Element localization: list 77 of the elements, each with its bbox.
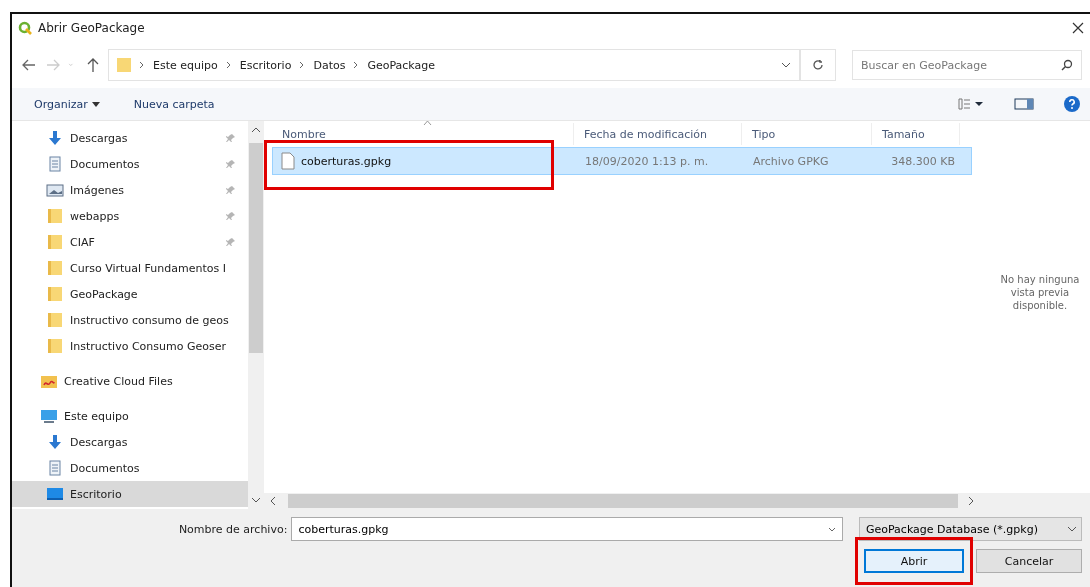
sidebar-item[interactable]: Instructivo consumo de geos: [12, 307, 248, 333]
chevron-icon: [353, 61, 360, 69]
document-icon: [46, 460, 64, 476]
file-icon: [281, 152, 295, 170]
file-row[interactable]: coberturas.gpkg 18/09/2020 1:13 p. m. Archivo GPKG 348.300 KB: [272, 147, 972, 175]
sidebar-item[interactable]: GeoPackage: [12, 281, 248, 307]
refresh-button[interactable]: [800, 49, 836, 81]
breadcrumb[interactable]: GeoPackage: [367, 58, 436, 72]
column-header[interactable]: Tamaño: [872, 123, 960, 145]
folder-icon: [46, 312, 64, 328]
scroll-up-icon[interactable]: [251, 125, 261, 135]
sidebar-item[interactable]: Descargas: [12, 125, 248, 151]
sidebar-item[interactable]: Creative Cloud Files: [12, 368, 248, 394]
column-header[interactable]: Fecha de modificación: [574, 123, 742, 145]
column-header[interactable]: Tipo: [742, 123, 872, 145]
file-name-field[interactable]: coberturas.gpkg: [291, 517, 843, 541]
document-icon: [46, 156, 64, 172]
address-bar[interactable]: Este equipo Escritorio Datos GeoPackage: [108, 49, 800, 81]
cancel-button[interactable]: Cancelar: [976, 549, 1082, 573]
chevron-icon: [299, 61, 306, 69]
scroll-down-icon[interactable]: [251, 495, 261, 505]
computer-icon: [40, 408, 58, 424]
view-options-icon[interactable]: [958, 98, 984, 110]
help-icon[interactable]: [1064, 96, 1080, 112]
preview-pane-icon[interactable]: [1014, 98, 1034, 110]
sidebar-item[interactable]: Escritorio: [12, 481, 248, 507]
close-icon[interactable]: [1072, 22, 1084, 34]
preview-message: No hay ninguna vista previa disponible.: [999, 272, 1081, 313]
download-arrow-icon: [46, 434, 64, 450]
download-arrow-icon: [46, 130, 64, 146]
search-icon: [1061, 59, 1073, 71]
desktop-icon: [46, 486, 64, 502]
folder-icon: [46, 208, 64, 224]
sidebar-item[interactable]: webapps: [12, 203, 248, 229]
sidebar-item[interactable]: Instructivo Consumo Geoser: [12, 333, 248, 359]
scroll-left-icon[interactable]: [268, 496, 278, 506]
organize-button[interactable]: Organizar: [32, 95, 102, 113]
open-button[interactable]: Abrir: [864, 549, 964, 573]
type-cell-text: Archivo GPKG: [752, 154, 830, 168]
folder-icon: [46, 338, 64, 354]
folder-icon: [46, 286, 64, 302]
sidebar-item[interactable]: Curso Virtual Fundamentos I: [12, 255, 248, 281]
dropdown-chevron-icon[interactable]: [781, 62, 791, 68]
dropdown-chevron-icon: [1067, 526, 1077, 532]
file-name-label: Nombre de archivo:: [177, 522, 288, 536]
new-folder-button[interactable]: Nueva carpeta: [131, 95, 217, 113]
size-cell-text: 348.300 KB: [890, 154, 956, 168]
date-cell-text: 18/09/2020 1:13 p. m.: [584, 154, 710, 168]
window-title: Abrir GeoPackage: [38, 21, 146, 35]
sidebar-item[interactable]: CIAF: [12, 229, 248, 255]
column-header[interactable]: Nombre: [272, 123, 574, 145]
file-name: coberturas.gpkg: [301, 154, 392, 168]
folder-icon: [46, 260, 64, 276]
breadcrumb[interactable]: Datos: [313, 58, 346, 72]
refresh-icon: [812, 59, 824, 71]
scroll-right-icon[interactable]: [966, 496, 976, 506]
search-field[interactable]: Buscar en GeoPackage: [852, 50, 1082, 80]
sidebar-item[interactable]: Descargas: [12, 429, 248, 455]
folder-icon: [46, 234, 64, 250]
chevron-icon: [225, 61, 232, 69]
breadcrumb[interactable]: Este equipo: [153, 58, 218, 72]
dropdown-chevron-icon[interactable]: [827, 526, 836, 532]
sidebar-item[interactable]: Imágenes: [12, 177, 248, 203]
sort-caret-icon: [422, 120, 432, 126]
sidebar-item[interactable]: Documentos: [12, 455, 248, 481]
chevron-icon: [139, 61, 145, 69]
folder-icon: [117, 57, 131, 73]
breadcrumb[interactable]: Escritorio: [239, 58, 292, 72]
app-logo-icon: [18, 21, 32, 35]
file-type-dropdown[interactable]: GeoPackage Database (*.gpkg): [858, 517, 1082, 541]
image-icon: [46, 182, 64, 198]
scrollbar[interactable]: [248, 121, 264, 509]
sidebar-item[interactable]: Documentos: [12, 151, 248, 177]
scrollbar[interactable]: [264, 493, 1090, 509]
cloud-folder-icon: [40, 373, 58, 389]
sidebar-item[interactable]: Este equipo: [12, 403, 248, 429]
caret-icon: [91, 101, 100, 107]
